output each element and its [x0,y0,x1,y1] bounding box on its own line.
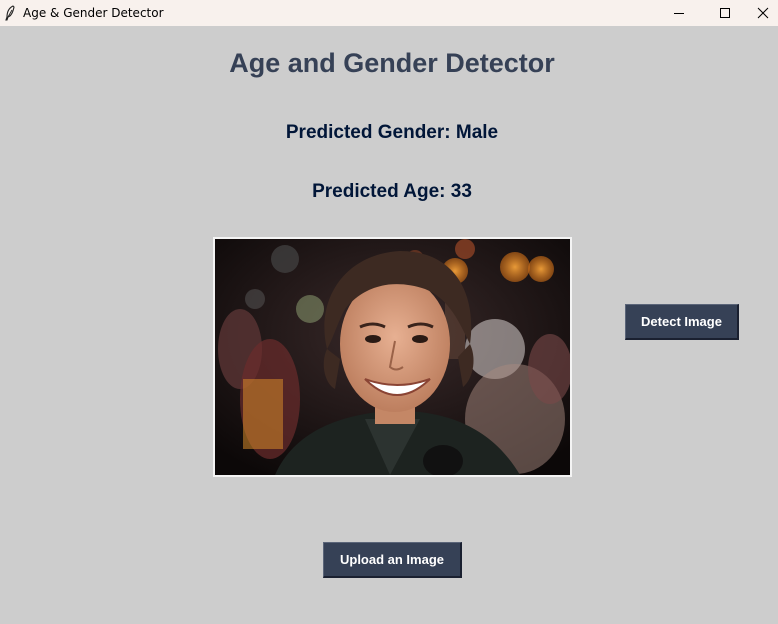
maximize-button[interactable] [702,0,748,26]
upload-image-button[interactable]: Upload an Image [323,542,462,578]
app-window: Age & Gender Detector Age and Gender Det… [0,0,778,624]
title-bar[interactable]: Age & Gender Detector [0,0,778,26]
close-icon [757,7,768,19]
detect-image-button[interactable]: Detect Image [625,304,739,340]
minimize-button[interactable] [656,0,702,26]
maximize-icon [720,8,730,18]
minimize-icon [674,13,684,14]
window-title: Age & Gender Detector [23,6,164,20]
predicted-gender-label: Predicted Gender: Male [285,122,499,143]
page-title: Age and Gender Detector [229,48,555,78]
uploaded-photo [213,237,572,477]
close-button[interactable] [747,0,778,26]
feather-icon [4,5,16,21]
predicted-age-label: Predicted Age: 33 [312,181,472,202]
